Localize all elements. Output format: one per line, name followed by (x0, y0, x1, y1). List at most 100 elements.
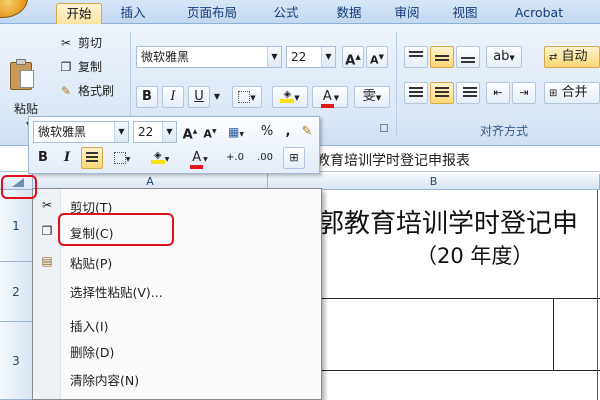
context-menu-paste-label: 粘贴(P) (70, 256, 113, 271)
align-left-icon (409, 87, 423, 89)
mini-shrink-font-glyph: A (203, 127, 212, 141)
mini-bold-button[interactable]: B (33, 147, 53, 169)
decrease-indent-button[interactable]: ⇤ (486, 82, 510, 104)
copy-icon: ❐ (41, 224, 53, 238)
row-header-3[interactable]: 3 (0, 322, 33, 400)
mini-font-size-select[interactable]: 22 ▼ (133, 121, 177, 143)
align-center-button[interactable] (430, 82, 454, 104)
tab-formulas[interactable]: 公式 (265, 3, 307, 24)
font-size-select[interactable]: 22 ▼ (286, 46, 336, 68)
sheet-year-cell[interactable]: （20 年度） (416, 240, 533, 270)
paste-label[interactable]: 粘贴 (14, 100, 38, 117)
fill-color-button[interactable]: ◈ ▼ (272, 86, 308, 108)
merge-center-label: 合并 (561, 85, 588, 100)
clip-icon (16, 59, 26, 65)
fill-bucket-icon: ◈ (150, 150, 165, 164)
mini-format-painter-button[interactable]: ✎ (297, 121, 317, 143)
cut-label: 剪切 (78, 36, 103, 50)
grow-font-button[interactable]: A▲ (342, 46, 364, 68)
mini-merge-button[interactable]: ⊞ (283, 147, 305, 169)
accounting-format-icon: ▦ (228, 125, 240, 139)
mini-fill-color-button[interactable]: ◈ ▼ (143, 147, 177, 169)
align-bottom-icon (461, 57, 475, 59)
copy-label: 复制 (78, 60, 103, 74)
borders-icon (238, 90, 251, 103)
tab-acrobat[interactable]: Acrobat (506, 3, 572, 24)
phonetic-button[interactable]: 雯▼ (354, 86, 390, 108)
context-menu-delete[interactable]: 删除(D) (33, 339, 321, 361)
merge-cells-icon: ⊞ (549, 88, 558, 99)
tab-review[interactable]: 审阅 (386, 3, 428, 24)
align-bottom-button[interactable] (456, 46, 480, 68)
row-header-2[interactable]: 2 (0, 262, 33, 322)
format-painter-button[interactable]: ✎ 格式刷 (58, 82, 114, 100)
scissors-icon: ✂ (41, 198, 53, 212)
increase-indent-icon: ⇥ (519, 86, 529, 99)
mini-grow-font-glyph: A (182, 127, 193, 143)
sheet-title-cell[interactable]: 郭教育培训学时登记申 (318, 203, 578, 240)
increase-indent-button[interactable]: ⇥ (512, 82, 536, 104)
borders-button[interactable]: ▼ (232, 86, 262, 108)
context-menu-insert[interactable]: 插入(I) (33, 313, 321, 335)
chevron-down-icon[interactable]: ▼ (321, 47, 335, 67)
tab-home[interactable]: 开始 (56, 3, 102, 24)
wrap-text-label: 自动 (561, 49, 588, 64)
sheet-icon (20, 70, 34, 88)
underline-dropdown-icon[interactable]: ▼ (212, 86, 222, 108)
copy-button[interactable]: ❐ 复制 (58, 58, 102, 76)
mini-shrink-font-button[interactable]: A▼ (201, 121, 219, 143)
mini-borders-button[interactable]: ▼ (107, 147, 137, 169)
group-separator (396, 32, 397, 136)
decrease-indent-icon: ⇤ (493, 86, 503, 99)
align-right-icon (463, 87, 477, 89)
mini-font-name-select[interactable]: 微软雅黑 ▼ (33, 121, 129, 143)
align-left-button[interactable] (404, 82, 428, 104)
align-right-button[interactable] (456, 82, 480, 104)
shrink-font-button[interactable]: A▼ (366, 46, 388, 68)
chevron-down-icon[interactable]: ▼ (114, 122, 128, 142)
paste-icon: ▤ (41, 254, 53, 268)
mini-comma-button[interactable]: , (281, 121, 295, 143)
context-menu-paste-special[interactable]: 选择性粘贴(V)... (33, 279, 321, 301)
italic-button[interactable]: I (162, 86, 184, 108)
font-color-button[interactable]: A ▼ (312, 86, 348, 108)
paste-big-button[interactable] (10, 58, 36, 92)
mini-grow-font-button[interactable]: A▲ (181, 121, 199, 143)
mini-percent-button[interactable]: % (257, 121, 277, 143)
context-menu-paste[interactable]: ▤ 粘贴(P) (33, 250, 321, 272)
mini-center-align-button[interactable] (81, 147, 103, 169)
office-button[interactable] (0, 0, 28, 18)
table-border (553, 298, 554, 370)
bold-button[interactable]: B (136, 86, 158, 108)
mini-font-color-button[interactable]: A ▼ (183, 147, 215, 169)
mini-font-size-value: 22 (138, 125, 154, 139)
ribbon-tab-bar: 开始 插入 页面布局 公式 数据 审阅 视图 Acrobat (0, 0, 600, 24)
orientation-button[interactable]: ab▼ (486, 46, 522, 68)
align-middle-button[interactable] (430, 46, 454, 68)
tab-page-layout[interactable]: 页面布局 (172, 3, 252, 24)
context-menu-insert-label: 插入(I) (70, 319, 109, 334)
tab-data[interactable]: 数据 (328, 3, 370, 24)
tab-insert[interactable]: 插入 (112, 3, 154, 24)
merge-center-button[interactable]: ⊞ 合并 (544, 82, 600, 104)
chevron-down-icon[interactable]: ▼ (162, 122, 176, 142)
text-angle-icon: ab (493, 49, 510, 64)
mini-italic-button[interactable]: I (57, 147, 77, 169)
wrap-text-button[interactable]: ⇄ 自动 (544, 46, 600, 68)
chevron-down-icon[interactable]: ▼ (267, 47, 281, 67)
formula-content[interactable]: 教育培训学时登记申报表 (316, 150, 470, 170)
underline-button[interactable]: U (188, 86, 210, 108)
align-top-button[interactable] (404, 46, 428, 68)
cut-button[interactable]: ✂ 剪切 (58, 34, 102, 52)
context-menu-paste-special-label: 选择性粘贴(V)... (70, 285, 163, 300)
mini-increase-decimal-button[interactable]: +.0 (221, 147, 249, 169)
mini-decrease-decimal-button[interactable]: .00 (251, 147, 279, 169)
row-header-1[interactable]: 1 (0, 190, 33, 262)
scissors-icon: ✂ (60, 36, 72, 50)
font-size-value: 22 (291, 50, 307, 64)
context-menu-clear-contents[interactable]: 清除内容(N) (33, 367, 321, 389)
tab-view[interactable]: 视图 (444, 3, 486, 24)
font-dialog-launcher[interactable] (380, 124, 388, 132)
font-name-select[interactable]: 微软雅黑 ▼ (136, 46, 282, 68)
mini-accounting-format-button[interactable]: ▦▼ (221, 121, 251, 143)
